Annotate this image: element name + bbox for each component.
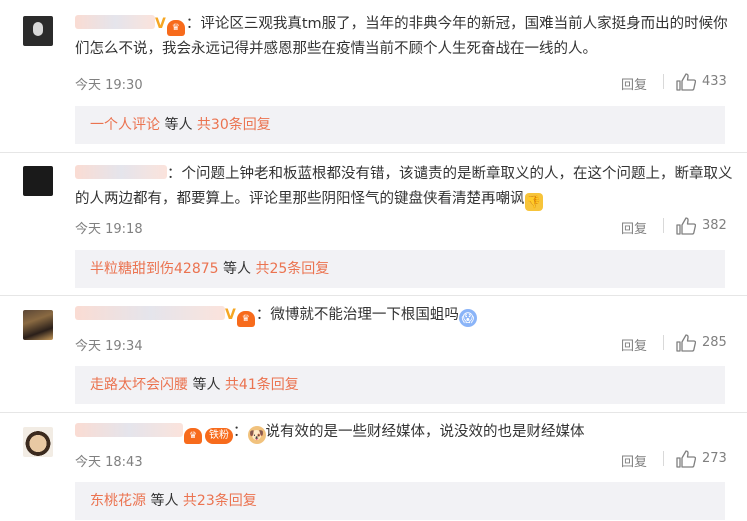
avatar[interactable] bbox=[23, 166, 53, 196]
like-count: 273 bbox=[702, 451, 727, 466]
medal-icon: ♛ bbox=[166, 20, 185, 36]
thumbs-down-emoji-icon: 👎 bbox=[524, 193, 543, 211]
username-blurred[interactable] bbox=[75, 306, 225, 320]
reply-button[interactable]: 回复 bbox=[621, 218, 647, 237]
timestamp: 今天 19:30 bbox=[75, 78, 143, 93]
thumbs-up-icon bbox=[676, 73, 696, 91]
medal-icon: ♛ bbox=[236, 311, 255, 327]
comment-text: 说有效的是一些财经媒体，说没效的也是财经媒体 bbox=[265, 424, 585, 440]
username-blurred[interactable] bbox=[75, 423, 183, 437]
timestamp: 今天 19:34 bbox=[75, 339, 143, 354]
replies-mid-text: 等人 bbox=[146, 493, 183, 509]
separator: ： bbox=[167, 166, 182, 182]
avatar[interactable] bbox=[23, 310, 53, 340]
reply-button[interactable]: 回复 bbox=[621, 451, 647, 470]
divider-line bbox=[0, 152, 747, 153]
thumbs-up-icon bbox=[676, 334, 696, 352]
avatar[interactable] bbox=[23, 16, 53, 46]
doge-emoji-icon: 🐶 bbox=[247, 426, 266, 444]
replies-count-link[interactable]: 共25条回复 bbox=[255, 261, 329, 277]
timestamp: 今天 18:43 bbox=[75, 455, 143, 470]
username-blurred[interactable] bbox=[75, 165, 167, 179]
thumbs-up-icon bbox=[676, 450, 696, 468]
replies-mid-text: 等人 bbox=[218, 261, 256, 277]
comment-meta: 今天 19:18 回复 382 bbox=[75, 216, 727, 237]
like-count: 433 bbox=[702, 74, 727, 89]
reply-user-link[interactable]: 半粒糖甜到伤42875 bbox=[90, 261, 219, 277]
replies-summary: 一个人评论 等人 共30条回复 bbox=[75, 106, 725, 144]
comment-meta: 今天 19:34 回复 285 bbox=[75, 333, 727, 354]
username-blurred[interactable] bbox=[75, 15, 155, 29]
reply-user-link[interactable]: 走路太坏会闪腰 bbox=[90, 377, 188, 393]
divider bbox=[663, 335, 664, 350]
divider-line bbox=[0, 412, 747, 413]
replies-summary: 东桃花源 等人 共23条回复 bbox=[75, 482, 725, 520]
replies-mid-text: 等人 bbox=[188, 377, 225, 393]
comment-body: V ♛ ：评论区三观我真tm服了，当年的非典今年的新冠，国难当前人家挺身而出的时候你… bbox=[75, 12, 735, 62]
replies-summary: 半粒糖甜到伤42875 等人 共25条回复 bbox=[75, 250, 725, 288]
comment-meta: 今天 18:43 回复 273 bbox=[75, 449, 727, 470]
reply-button[interactable]: 回复 bbox=[621, 74, 647, 93]
comment-text: 微博就不能治理一下根国蛆吗 bbox=[270, 307, 459, 323]
medal-icon: ♛ bbox=[184, 428, 202, 444]
replies-summary: 走路太坏会闪腰 等人 共41条回复 bbox=[75, 366, 725, 404]
comment-body: ♛ 铁粉： 🐶 说有效的是一些财经媒体，说没效的也是财经媒体 bbox=[75, 420, 735, 445]
like-count: 382 bbox=[702, 218, 727, 233]
reply-user-link[interactable]: 东桃花源 bbox=[90, 493, 146, 509]
replies-mid-text: 等人 bbox=[160, 117, 197, 133]
avatar-figure bbox=[33, 22, 43, 36]
reply-button[interactable]: 回复 bbox=[621, 335, 647, 354]
thumbs-up-icon bbox=[676, 217, 696, 235]
separator: ： bbox=[255, 307, 271, 323]
divider bbox=[663, 74, 664, 89]
replies-count-link[interactable]: 共30条回复 bbox=[197, 117, 271, 133]
divider bbox=[663, 451, 664, 466]
replies-count-link[interactable]: 共23条回复 bbox=[183, 493, 257, 509]
fan-badge: 铁粉 bbox=[205, 428, 233, 444]
divider bbox=[663, 218, 664, 233]
verified-badge-icon: V bbox=[225, 307, 236, 323]
comment-body: V ♛ ：微博就不能治理一下根国蛆吗 😱 bbox=[75, 303, 735, 328]
timestamp: 今天 19:18 bbox=[75, 222, 143, 237]
divider-line bbox=[0, 295, 747, 296]
replies-count-link[interactable]: 共41条回复 bbox=[225, 377, 299, 393]
reply-user-link[interactable]: 一个人评论 bbox=[90, 117, 160, 133]
comment-body: ：个问题上钟老和板蓝根都没有错，该谴责的是断章取义的人，在这个问题上，断章取义的… bbox=[75, 162, 735, 212]
separator: ： bbox=[233, 424, 248, 440]
avatar[interactable] bbox=[23, 427, 53, 457]
separator: ： bbox=[185, 16, 201, 32]
like-count: 285 bbox=[702, 335, 727, 350]
comment-meta: 今天 19:30 回复 433 bbox=[75, 72, 727, 93]
verified-badge: V bbox=[155, 16, 166, 32]
scream-emoji-icon: 😱 bbox=[458, 309, 477, 327]
